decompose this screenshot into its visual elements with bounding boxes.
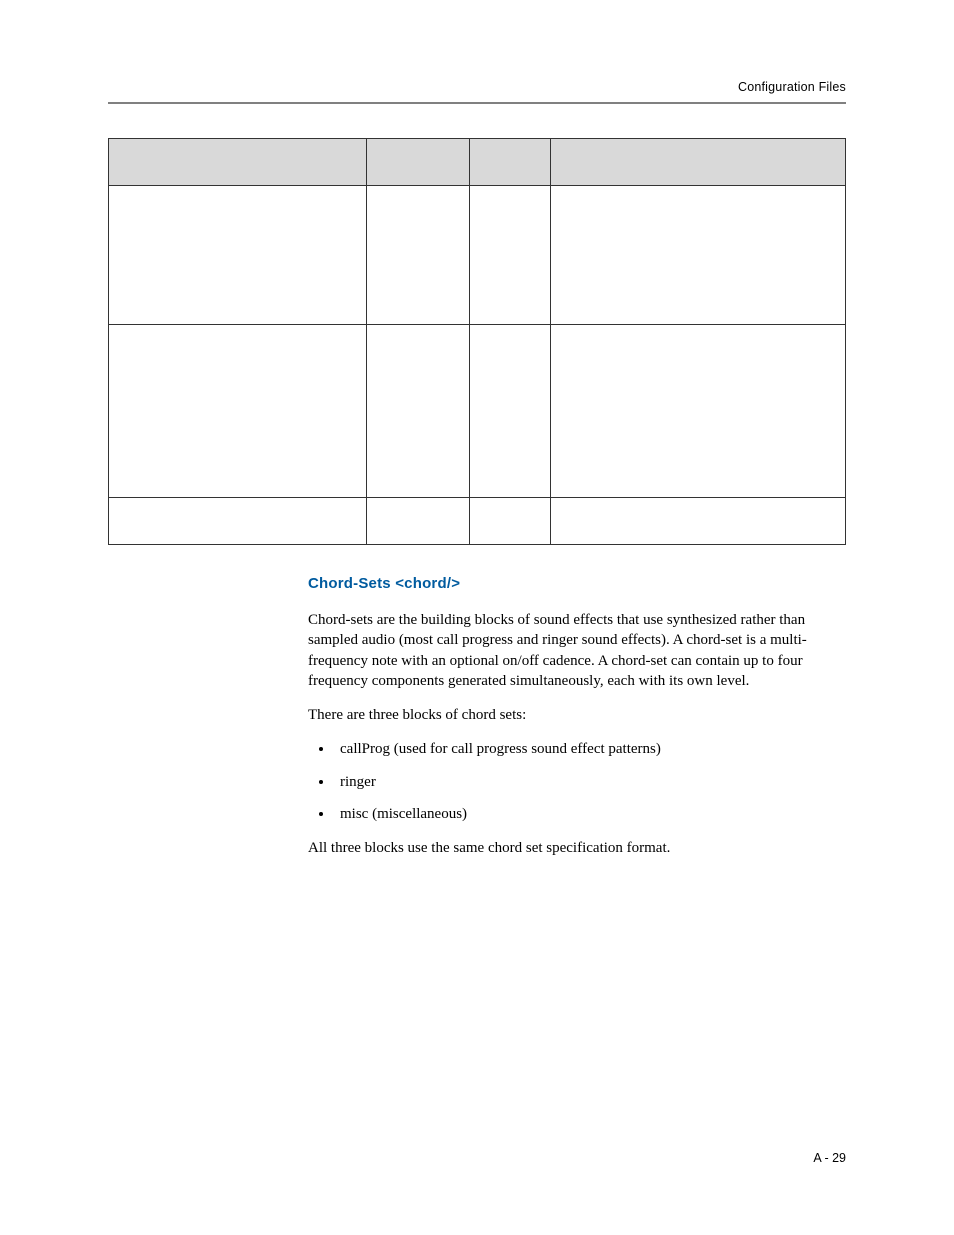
table-row — [109, 186, 846, 325]
table-cell — [551, 498, 846, 545]
list-item: callProg (used for call progress sound e… — [334, 739, 846, 759]
table-row — [109, 325, 846, 498]
page: Configuration Files — [0, 0, 954, 1235]
table-row — [109, 498, 846, 545]
page-number: A - 29 — [813, 1151, 846, 1165]
table-cell — [366, 186, 469, 325]
running-head: Configuration Files — [108, 80, 846, 94]
paragraph: All three blocks use the same chord set … — [308, 838, 846, 858]
paragraph: There are three blocks of chord sets: — [308, 705, 846, 725]
list-item: ringer — [334, 772, 846, 792]
body-column: Chord-Sets <chord/> Chord-sets are the b… — [308, 575, 846, 858]
table-header-cell — [109, 139, 367, 186]
table-cell — [470, 325, 551, 498]
list-item: misc (miscellaneous) — [334, 804, 846, 824]
table-header-cell — [366, 139, 469, 186]
table-cell — [551, 325, 846, 498]
table-header-cell — [470, 139, 551, 186]
table-cell — [470, 186, 551, 325]
table-cell — [109, 498, 367, 545]
table-header-row — [109, 139, 846, 186]
table-cell — [366, 498, 469, 545]
table-cell — [109, 325, 367, 498]
attribute-table — [108, 138, 846, 545]
paragraph: Chord-sets are the building blocks of so… — [308, 610, 846, 691]
table-cell — [551, 186, 846, 325]
table-cell — [109, 186, 367, 325]
bullet-list: callProg (used for call progress sound e… — [308, 739, 846, 824]
table-cell — [366, 325, 469, 498]
table-cell — [470, 498, 551, 545]
header-rule — [108, 102, 846, 104]
table-header-cell — [551, 139, 846, 186]
section-heading: Chord-Sets <chord/> — [308, 575, 846, 592]
